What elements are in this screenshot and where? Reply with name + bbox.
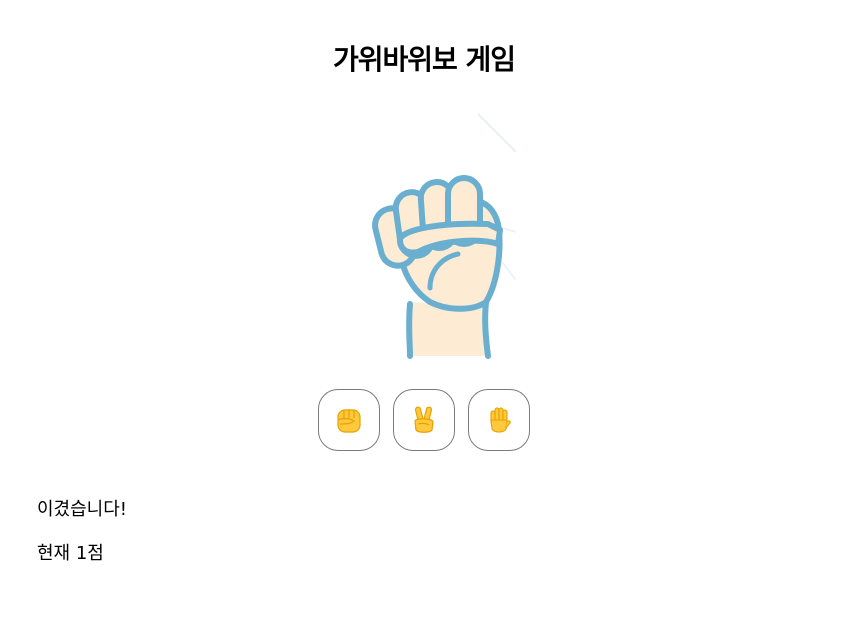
- raised-fist-emoji-icon: [337, 409, 361, 433]
- fist-hand-icon: [372, 113, 516, 359]
- choice-buttons: [318, 389, 530, 451]
- victory-hand-emoji-icon: [414, 406, 434, 433]
- raised-hand-emoji-icon: [490, 407, 511, 433]
- page-title: 가위바위보 게임: [332, 43, 516, 76]
- rock-button[interactable]: [318, 389, 380, 451]
- score-text: 현재 1점: [37, 543, 104, 564]
- paper-button[interactable]: [468, 389, 530, 451]
- computer-hand-image: [370, 112, 516, 366]
- scissors-button[interactable]: [393, 389, 455, 451]
- result-text: 이겼습니다!: [37, 499, 128, 520]
